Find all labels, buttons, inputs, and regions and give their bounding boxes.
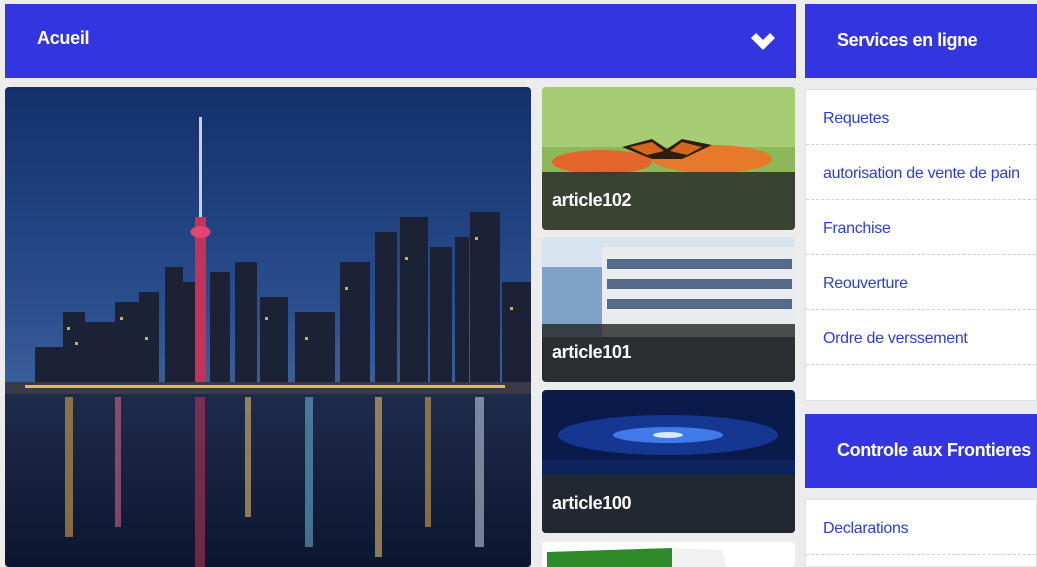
article-caption: article100: [542, 475, 795, 533]
list-item: Requetes: [806, 90, 1036, 145]
flag-image: [542, 542, 795, 567]
frontieres-panel-title: Controle aux Frontieres: [837, 440, 1031, 460]
list-item: Ordre de verssement: [806, 310, 1036, 365]
hero-image[interactable]: [5, 87, 531, 567]
article-card[interactable]: article100: [542, 390, 795, 533]
service-link-reouverture[interactable]: Reouverture: [823, 275, 908, 292]
city-skyline-image: [5, 87, 531, 567]
service-link-requetes[interactable]: Requetes: [823, 110, 889, 127]
list-item: Franchise: [806, 200, 1036, 255]
chevron-down-icon[interactable]: [748, 30, 778, 56]
article-card[interactable]: article101: [542, 237, 795, 382]
article-caption: article102: [542, 172, 795, 230]
frontieres-list: Declarations: [805, 499, 1037, 567]
list-item: Declarations: [806, 500, 1036, 555]
list-item: autorisation de vente de pain: [806, 145, 1036, 200]
services-list: Requetes autorisation de vente de pain F…: [805, 89, 1037, 401]
page-title: Acueil: [37, 28, 90, 48]
service-link-autorisation[interactable]: autorisation de vente de pain: [823, 165, 1020, 182]
services-panel-header: Services en ligne: [805, 4, 1037, 78]
article-card[interactable]: [542, 542, 795, 567]
services-panel-title: Services en ligne: [837, 30, 978, 50]
service-link-ordre-versement[interactable]: Ordre de verssement: [823, 330, 968, 347]
main-header: Acueil: [5, 4, 796, 78]
list-item: Reouverture: [806, 255, 1036, 310]
frontieres-link-declarations[interactable]: Declarations: [823, 520, 909, 537]
article-card[interactable]: article102: [542, 87, 795, 230]
service-link-franchise[interactable]: Franchise: [823, 220, 891, 237]
article-caption: article101: [542, 324, 795, 382]
frontieres-panel-header: Controle aux Frontieres: [805, 414, 1037, 488]
